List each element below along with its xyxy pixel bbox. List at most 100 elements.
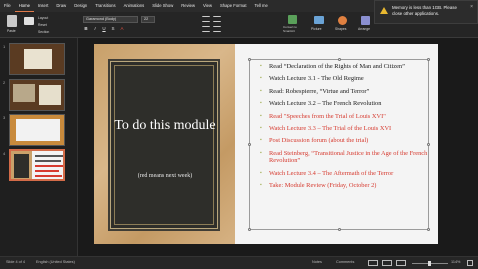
strikethrough-button[interactable]: S bbox=[110, 26, 116, 31]
resize-handle[interactable] bbox=[248, 58, 251, 61]
arrange-button[interactable]: Arrange bbox=[358, 14, 374, 36]
font-color-button[interactable]: A bbox=[119, 26, 125, 31]
clipboard-icon bbox=[7, 15, 17, 27]
language-indicator[interactable]: English (United States) bbox=[36, 260, 75, 264]
format-buttons: B I U S A bbox=[83, 26, 125, 31]
tab-review[interactable]: Review bbox=[177, 0, 199, 12]
fit-to-window-icon[interactable] bbox=[467, 260, 473, 266]
todo-item[interactable]: Watch Lecture 3.2 – The French Revolutio… bbox=[260, 100, 430, 108]
slide-left-panel: To do this module (red means next week) bbox=[94, 44, 235, 244]
picture-label: Picture bbox=[311, 27, 322, 31]
tab-view[interactable]: View bbox=[199, 0, 216, 12]
numbering-icon[interactable] bbox=[213, 16, 221, 22]
slide-number: 2 bbox=[3, 80, 6, 85]
resize-handle[interactable] bbox=[338, 228, 341, 231]
status-bar: Slide 4 of 4 English (United States) Not… bbox=[0, 256, 478, 269]
slide-thumbnail-pane: 1 2 3 4 bbox=[0, 38, 78, 256]
memory-warning-banner: Memory is less than 1GB. Please close ot… bbox=[374, 0, 478, 24]
picture-icon bbox=[314, 16, 324, 24]
zoom-slider-thumb[interactable] bbox=[428, 261, 431, 266]
resize-handle[interactable] bbox=[248, 228, 251, 231]
slide-number: 3 bbox=[3, 115, 6, 120]
tab-home[interactable]: Home bbox=[14, 0, 34, 12]
close-icon[interactable]: × bbox=[470, 4, 473, 10]
arrange-icon bbox=[361, 16, 370, 25]
paragraph-group bbox=[200, 14, 270, 36]
reset-button[interactable]: Reset bbox=[38, 23, 47, 27]
resize-handle[interactable] bbox=[338, 58, 341, 61]
underline-button[interactable]: U bbox=[101, 26, 107, 31]
bold-button[interactable]: B bbox=[83, 26, 89, 31]
layout-button[interactable]: Layout bbox=[38, 16, 48, 20]
convert-smartart-button[interactable]: Convert to SmartArt bbox=[283, 14, 303, 36]
slide-counter: Slide 4 of 4 bbox=[6, 260, 25, 264]
shapes-button[interactable]: Shapes bbox=[333, 14, 355, 36]
slide-subtitle[interactable]: (red means next week) bbox=[111, 173, 219, 179]
notes-button[interactable]: Notes bbox=[312, 260, 322, 264]
todo-item[interactable]: Post Discussion forum (about the trial) bbox=[260, 137, 430, 145]
slide-thumbnail-4[interactable] bbox=[9, 149, 65, 181]
new-slide-icon bbox=[24, 17, 34, 25]
thumbnail-line bbox=[35, 165, 63, 167]
tab-transitions[interactable]: Transitions bbox=[91, 0, 119, 12]
tab-shape-format[interactable]: Shape Format bbox=[216, 0, 251, 12]
resize-handle[interactable] bbox=[427, 228, 430, 231]
align-left-icon[interactable] bbox=[202, 26, 210, 32]
slide-number: 1 bbox=[3, 44, 6, 49]
tab-tell-me[interactable]: Tell me bbox=[251, 0, 272, 12]
slide-thumbnail-3[interactable] bbox=[9, 114, 65, 146]
todo-item[interactable]: Take: Module Review (Friday, October 2) bbox=[260, 182, 430, 190]
section-button[interactable]: Section bbox=[38, 30, 49, 34]
slide-thumbnail-2[interactable] bbox=[9, 79, 65, 111]
sorter-view-icon[interactable] bbox=[382, 260, 392, 266]
tab-draw[interactable]: Draw bbox=[52, 0, 70, 12]
memory-warning-text: Memory is less than 1GB. Please close ot… bbox=[392, 5, 457, 16]
todo-item[interactable]: Watch Lecture 3.4 – The Aftermath of the… bbox=[260, 170, 430, 178]
slide-number: 4 bbox=[3, 151, 6, 156]
todo-item[interactable]: Read "Speeches from the Trial of Louis X… bbox=[260, 113, 430, 121]
title-card: To do this module (red means next week) bbox=[110, 61, 218, 229]
todo-list: Read “Declaration of the Rights of Man a… bbox=[260, 63, 430, 195]
thumbnail-dark-card bbox=[14, 154, 29, 178]
slide-title[interactable]: To do this module bbox=[111, 117, 219, 135]
tab-design[interactable]: Design bbox=[70, 0, 91, 12]
todo-textbox[interactable]: Read “Declaration of the Rights of Man a… bbox=[248, 58, 430, 231]
thumbnail-line bbox=[35, 160, 61, 162]
todo-item[interactable]: Read “Declaration of the Rights of Man a… bbox=[260, 63, 430, 71]
align-center-icon[interactable] bbox=[213, 26, 221, 32]
thumbnail-line bbox=[35, 170, 59, 172]
todo-item[interactable]: Watch Lecture 3.1 - The Old Regime bbox=[260, 75, 430, 83]
slide-right-panel: Read “Declaration of the Rights of Man a… bbox=[235, 44, 438, 244]
normal-view-icon[interactable] bbox=[368, 260, 378, 266]
title-card-border bbox=[114, 65, 214, 225]
paste-label: Paste bbox=[7, 29, 16, 33]
shapes-label: Shapes bbox=[335, 27, 347, 31]
resize-handle[interactable] bbox=[427, 58, 430, 61]
thumbnail-line bbox=[35, 155, 63, 157]
tab-slide-show[interactable]: Slide Show bbox=[148, 0, 177, 12]
todo-item[interactable]: Read Steinberg, “Transitional Justice in… bbox=[260, 150, 430, 165]
italic-button[interactable]: I bbox=[92, 26, 98, 31]
zoom-level[interactable]: 114% bbox=[451, 260, 460, 264]
tab-insert[interactable]: Insert bbox=[34, 0, 52, 12]
font-size-select[interactable]: 22 bbox=[141, 16, 155, 23]
thumbnail-content bbox=[16, 119, 60, 141]
picture-button[interactable]: Picture bbox=[310, 14, 328, 36]
warning-icon bbox=[380, 7, 388, 14]
tab-animations[interactable]: Animations bbox=[120, 0, 149, 12]
font-name-select[interactable]: Garamond (Body) bbox=[83, 16, 138, 23]
slide[interactable]: To do this module (red means next week) … bbox=[94, 44, 438, 244]
todo-item[interactable]: Watch Lecture 3.3 – The Trial of the Lou… bbox=[260, 125, 430, 133]
convert-label: Convert to SmartArt bbox=[283, 25, 297, 33]
slide-thumbnail-1[interactable] bbox=[9, 43, 65, 75]
bullets-icon[interactable] bbox=[202, 16, 210, 22]
reading-view-icon[interactable] bbox=[396, 260, 406, 266]
resize-handle[interactable] bbox=[248, 143, 251, 146]
todo-item[interactable]: Read: Robespierre, “Virtue and Terror” bbox=[260, 88, 430, 96]
thumbnail-content bbox=[24, 49, 52, 69]
new-slide-button[interactable] bbox=[22, 14, 36, 36]
comments-button[interactable]: Comments bbox=[336, 260, 354, 264]
paste-button[interactable]: Paste bbox=[4, 14, 20, 36]
smartart-icon bbox=[288, 15, 297, 24]
tab-file[interactable]: File bbox=[0, 0, 15, 12]
